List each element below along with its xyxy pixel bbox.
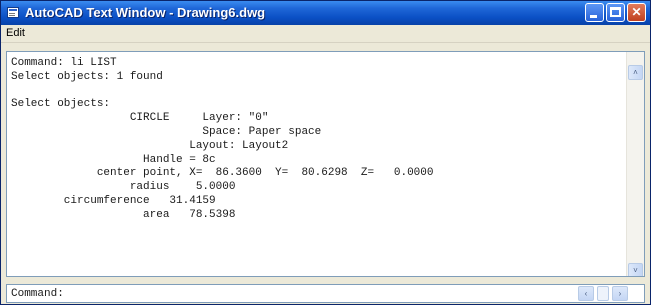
history-line: Layout: Layout2 <box>11 139 289 152</box>
history-line: center point, X= 86.3600 Y= 80.6298 Z= 0… <box>11 167 434 180</box>
chevron-right-icon: › <box>618 289 622 298</box>
scroll-right-button[interactable]: › <box>612 286 628 301</box>
window-title: AutoCAD Text Window - Drawing6.dwg <box>25 5 266 20</box>
history-line: Select objects: <box>11 98 111 111</box>
close-button[interactable]: ✕ <box>627 3 646 22</box>
history-line: Handle = 8c <box>11 153 216 166</box>
history-line: area 78.5398 <box>11 208 236 221</box>
autocad-text-window: AutoCAD Text Window - Drawing6.dwg ✕ Edi… <box>0 0 651 305</box>
minimize-icon <box>590 15 597 18</box>
chevron-up-icon: ˄ <box>633 68 638 77</box>
vertical-scrollbar[interactable]: ˄ ˅ <box>626 52 644 276</box>
title-bar[interactable]: AutoCAD Text Window - Drawing6.dwg ✕ <box>1 1 650 25</box>
chevron-left-icon: ‹ <box>584 289 588 298</box>
scroll-up-button[interactable]: ˄ <box>628 65 643 80</box>
minimize-button[interactable] <box>585 3 604 22</box>
scroll-down-button[interactable]: ˅ <box>628 263 643 276</box>
menu-bar: Edit <box>1 25 650 43</box>
command-history[interactable]: Command: li LIST Select objects: 1 found… <box>11 57 433 223</box>
scroll-thumb[interactable] <box>597 286 609 301</box>
history-line: Space: Paper space <box>11 125 322 138</box>
chevron-down-icon: ˅ <box>633 266 638 275</box>
text-history-area[interactable]: Command: li LIST Select objects: 1 found… <box>6 51 645 277</box>
history-line: CIRCLE Layer: "0" <box>11 112 269 125</box>
command-prompt: Command: <box>11 288 64 300</box>
history-line: circumference 31.4159 <box>11 194 216 207</box>
menu-item-edit[interactable]: Edit <box>6 27 25 39</box>
history-line: Select objects: 1 found <box>11 70 163 83</box>
command-line[interactable]: Command: ‹ › <box>6 284 645 303</box>
maximize-icon <box>610 7 621 17</box>
autocad-text-window-icon[interactable] <box>7 7 19 18</box>
scroll-left-button[interactable]: ‹ <box>578 286 594 301</box>
history-line: radius 5.0000 <box>11 181 236 194</box>
close-icon: ✕ <box>631 5 642 19</box>
history-line: Command: li LIST <box>11 57 117 69</box>
maximize-button[interactable] <box>606 3 625 22</box>
